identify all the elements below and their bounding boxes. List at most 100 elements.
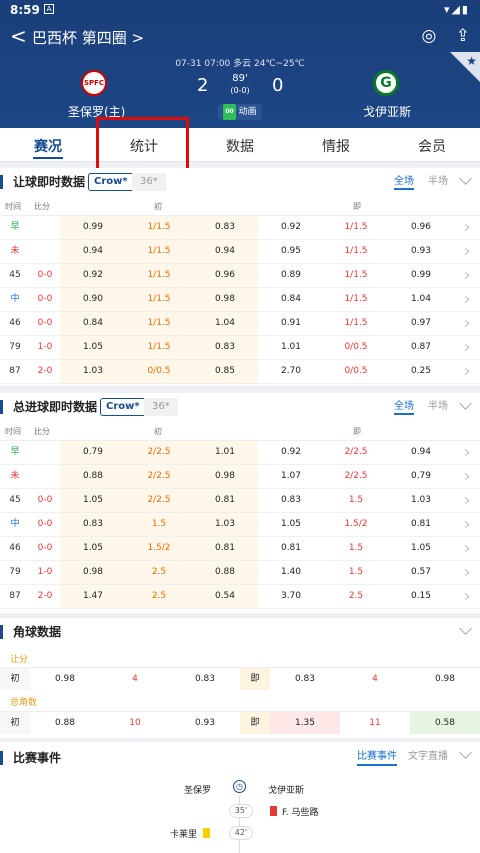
collapse-chevron-icon[interactable]: [459, 622, 472, 635]
row-chevron-icon[interactable]: [461, 319, 470, 328]
collapse-chevron-icon[interactable]: [459, 172, 472, 185]
tab-intel[interactable]: 情报: [288, 136, 384, 156]
cell: 10: [129, 718, 141, 728]
odds-row[interactable]: 早 0.99 1/1.5 0.83 0.92 1/1.5 0.96: [0, 216, 480, 240]
odds-cell-s: [30, 240, 60, 263]
away-team-name: 戈伊亚斯: [363, 105, 412, 119]
anim-label: 动画: [238, 107, 257, 117]
scope-full-button[interactable]: 全场: [394, 397, 414, 415]
back-icon[interactable]: <: [10, 24, 27, 48]
col-score: 比分: [34, 427, 50, 436]
odds-row[interactable]: 87 2-0 1.47 2.5 0.54 3.70 2.5 0.15: [0, 585, 480, 609]
odds-cell-t: 87: [9, 366, 21, 376]
events-title: 比赛事件: [0, 751, 61, 765]
odds-cell-c: 1.04: [192, 312, 258, 335]
league-title[interactable]: 巴西杯 第四圈 >: [32, 27, 144, 48]
row-chevron-icon[interactable]: [461, 295, 470, 304]
tab-live[interactable]: 赛况: [0, 136, 96, 156]
odds-row[interactable]: 中 0-0 0.83 1.5 1.03 1.05 1.5/2 0.81: [0, 513, 480, 537]
status-time: 8:59: [10, 3, 40, 17]
animation-button[interactable]: 00 动画: [218, 104, 262, 120]
odds-row[interactable]: 45 0-0 1.05 2/2.5 0.81 0.83 1.5 1.03: [0, 489, 480, 513]
col-time: 时间: [5, 427, 21, 436]
row-chevron-icon[interactable]: [461, 247, 470, 256]
odds-cell-e: 1.5: [348, 567, 364, 577]
odds-cell-t: 46: [9, 318, 21, 328]
odds-row[interactable]: 87 2-0 1.03 0/0.5 0.85 2.70 0/0.5 0.25: [0, 360, 480, 384]
row-chevron-icon[interactable]: [461, 448, 470, 457]
company-36-button[interactable]: 36*: [132, 173, 166, 191]
notification-icon: A: [44, 4, 54, 14]
match-info: 07-31 07:00 多云 24℃~25℃: [175, 59, 305, 69]
event-player: 卡莱里: [170, 830, 198, 840]
tab-indicator: [33, 157, 63, 159]
tab-data[interactable]: 数据: [192, 136, 288, 156]
row-chevron-icon[interactable]: [461, 592, 470, 601]
odds-row[interactable]: 79 1-0 1.05 1/1.5 0.83 1.01 0/0.5 0.87: [0, 336, 480, 360]
odds-cell-s: 0-0: [37, 270, 53, 280]
away-team-logo: G: [373, 70, 399, 96]
init-label: 初: [0, 668, 30, 690]
odds-row[interactable]: 45 0-0 0.92 1/1.5 0.96 0.89 1/1.5 0.99: [0, 264, 480, 288]
tab-member[interactable]: 会员: [384, 136, 480, 156]
company-crow-button[interactable]: Crow*: [100, 398, 146, 416]
share-icon[interactable]: ⇪: [456, 26, 470, 46]
row-chevron-icon[interactable]: [461, 472, 470, 481]
odds-cell-t: 45: [9, 495, 21, 505]
odds-cell-c: 1.01: [192, 441, 258, 464]
odds-cell-a: 1.05: [60, 336, 126, 359]
odds-cell-e: 0/0.5: [344, 366, 368, 376]
row-chevron-icon[interactable]: [461, 568, 470, 577]
red-card-icon: [270, 806, 277, 816]
yellow-card-icon: [203, 828, 210, 838]
row-chevron-icon[interactable]: [461, 367, 470, 376]
row-chevron-icon[interactable]: [461, 343, 470, 352]
corner-handicap-label: 让分: [10, 655, 29, 665]
collapse-chevron-icon[interactable]: [459, 397, 472, 410]
row-chevron-icon[interactable]: [461, 544, 470, 553]
odds-cell-f: 0.99: [410, 270, 432, 280]
half-score: (0-0): [230, 86, 250, 95]
odds-row[interactable]: 未 0.94 1/1.5 0.94 0.95 1/1.5 0.93: [0, 240, 480, 264]
odds-cell-e: 1.5: [348, 495, 364, 505]
odds-row[interactable]: 79 1-0 0.98 2.5 0.88 1.40 1.5 0.57: [0, 561, 480, 585]
tab-events[interactable]: 比赛事件: [357, 747, 397, 766]
odds-cell-t: 79: [9, 342, 21, 352]
odds-row[interactable]: 未 0.88 2/2.5 0.98 1.07 2/2.5 0.79: [0, 465, 480, 489]
row-chevron-icon[interactable]: [461, 520, 470, 529]
odds-cell-b: 1/1.5: [126, 240, 192, 263]
collapse-chevron-icon[interactable]: [459, 746, 472, 759]
col-init: 初: [154, 202, 162, 211]
company-crow-button[interactable]: Crow*: [88, 173, 134, 191]
odds-row[interactable]: 46 0-0 1.05 1.5/2 0.81 0.81 1.5 1.05: [0, 537, 480, 561]
odds-cell-f: 0.25: [410, 366, 432, 376]
odds-cell-d: 0.91: [280, 318, 302, 328]
cell: 4: [372, 674, 378, 684]
odds-cell-a: 0.83: [60, 513, 126, 536]
odds-row[interactable]: 46 0-0 0.84 1/1.5 1.04 0.91 1/1.5 0.97: [0, 312, 480, 336]
handicap-title: 让球即时数据: [0, 175, 85, 189]
odds-cell-t: 中: [10, 294, 20, 304]
odds-cell-e: 0/0.5: [344, 342, 368, 352]
row-chevron-icon[interactable]: [461, 223, 470, 232]
odds-cell-c: 0.88: [192, 561, 258, 584]
status-bar: 8:59 A ▾◢▮: [0, 0, 480, 20]
totals-section: 总进球即时数据 Crow* 36* 全场 半场 时间 比分 初 即 早 0.79 2…: [0, 393, 480, 613]
scope-full-button[interactable]: 全场: [394, 172, 414, 190]
company-36-button[interactable]: 36*: [144, 398, 178, 416]
odds-cell-d: 0.92: [280, 447, 302, 457]
event-minute: 35': [229, 804, 253, 818]
odds-row[interactable]: 中 0-0 0.90 1/1.5 0.98 0.84 1/1.5 1.04: [0, 288, 480, 312]
tab-text-live[interactable]: 文字直播: [408, 747, 448, 762]
odds-cell-d: 0.89: [280, 270, 302, 280]
scope-half-button[interactable]: 半场: [428, 172, 448, 187]
scope-half-button[interactable]: 半场: [428, 397, 448, 412]
odds-row[interactable]: 早 0.79 2/2.5 1.01 0.92 2/2.5 0.94: [0, 441, 480, 465]
odds-cell-t: 87: [9, 591, 21, 601]
odds-cell-d: 0.92: [280, 222, 302, 232]
row-chevron-icon[interactable]: [461, 271, 470, 280]
row-chevron-icon[interactable]: [461, 496, 470, 505]
handicap-section: 让球即时数据 Crow* 36* 全场 半场 时间 比分 初 即 早 0.99 1/…: [0, 168, 480, 386]
handicap-col-header: 时间 比分 初 即: [0, 198, 480, 216]
follow-icon[interactable]: ◎: [422, 26, 437, 46]
